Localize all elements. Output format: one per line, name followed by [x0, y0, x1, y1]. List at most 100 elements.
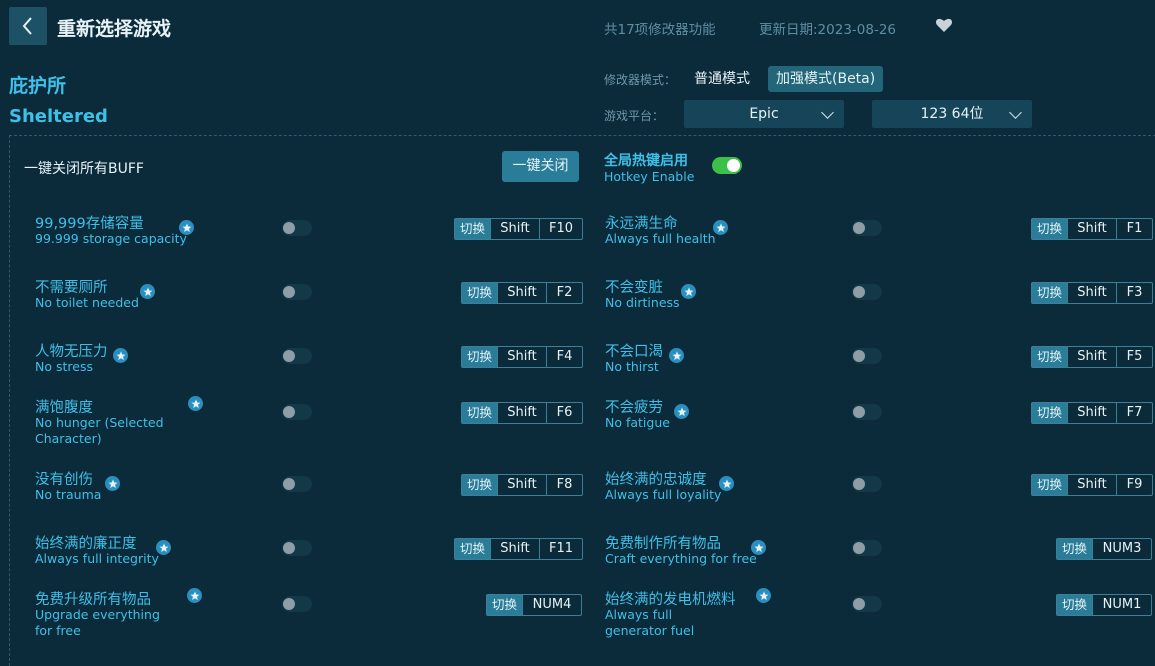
cheat-toggle[interactable]	[852, 348, 882, 364]
star-icon[interactable]	[187, 588, 202, 603]
hotkey-chip[interactable]: 切换 Shift F1	[1031, 218, 1154, 240]
cheat-name-en: Always full generator fuel	[605, 607, 695, 638]
hotkey-chip[interactable]: 切换 Shift F10	[454, 218, 584, 240]
hotkey-chip[interactable]: 切换 Shift F7	[1031, 402, 1154, 424]
cheat-name-cn: 99,999存储容量	[35, 216, 144, 232]
cheat-toggle[interactable]	[852, 476, 882, 492]
cheat-name-cn: 满饱腹度	[35, 400, 93, 416]
update-date: 更新日期:2023-08-26	[759, 22, 897, 38]
feature-count: 共17项修改器功能	[604, 22, 716, 38]
hotkey-key: Shift	[1067, 475, 1116, 495]
hotkey-toggle[interactable]	[712, 157, 742, 174]
platform-value: Epic	[749, 106, 779, 122]
switch-label: 切换	[1032, 283, 1068, 303]
cheat-toggle[interactable]	[852, 596, 882, 612]
hotkey-chip[interactable]: 切换 NUM1	[1056, 594, 1153, 616]
game-name-en: Sheltered	[9, 106, 108, 127]
cheat-toggle[interactable]	[852, 220, 882, 236]
hotkey-key: Shift	[1067, 283, 1116, 303]
hotkey-chip[interactable]: 切换 NUM3	[1056, 538, 1153, 560]
cheat-name-en: Always full integrity	[35, 551, 159, 566]
star-icon[interactable]	[719, 476, 734, 491]
cheat-name-cn: 免费制作所有物品	[605, 536, 721, 552]
hotkey-key: F10	[539, 219, 582, 239]
star-icon[interactable]	[156, 540, 171, 555]
cheat-toggle[interactable]	[852, 540, 882, 556]
hotkey-chip[interactable]: 切换 Shift F11	[454, 538, 584, 560]
star-icon[interactable]	[674, 404, 689, 419]
star-icon[interactable]	[756, 588, 771, 603]
star-icon[interactable]	[188, 396, 203, 411]
hotkey-chip[interactable]: 切换 Shift F6	[461, 402, 584, 424]
cheat-toggle[interactable]	[852, 404, 882, 420]
star-icon[interactable]	[179, 220, 194, 235]
cheat-name-cn: 不会口渴	[605, 344, 663, 360]
hotkey-key: NUM3	[1092, 539, 1151, 559]
hotkey-chip[interactable]: 切换 Shift F8	[461, 474, 584, 496]
toggle-knob	[853, 542, 865, 554]
star-icon[interactable]	[140, 284, 155, 299]
cheat-toggle[interactable]	[282, 476, 312, 492]
game-name-cn: 庇护所	[9, 75, 67, 97]
cheat-name-cn: 不会变脏	[605, 280, 663, 296]
cheat-name-cn: 始终满的忠诚度	[605, 472, 707, 488]
cheat-name-cn: 不需要厕所	[35, 280, 108, 296]
hotkey-chip[interactable]: 切换 Shift F9	[1031, 474, 1154, 496]
normal-mode-button[interactable]: 普通模式	[686, 66, 758, 92]
toggle-knob	[283, 598, 295, 610]
hotkey-chip[interactable]: 切换 Shift F4	[461, 346, 584, 368]
cheat-toggle[interactable]	[282, 540, 312, 556]
cheat-toggle[interactable]	[852, 284, 882, 300]
toggle-knob	[283, 542, 295, 554]
toggle-knob	[283, 350, 295, 362]
toggle-knob	[853, 598, 865, 610]
hotkey-key: F11	[539, 539, 582, 559]
cheat-toggle[interactable]	[282, 284, 312, 300]
toggle-knob	[283, 406, 295, 418]
back-button[interactable]	[9, 7, 47, 45]
cheat-toggle[interactable]	[282, 596, 312, 612]
cheat-name-en: No dirtiness	[605, 295, 680, 310]
star-icon[interactable]	[751, 540, 766, 555]
star-icon[interactable]	[681, 284, 696, 299]
hotkey-key: F3	[1116, 283, 1152, 303]
hotkey-key: F4	[546, 347, 582, 367]
cheat-name-cn: 始终满的廉正度	[35, 536, 137, 552]
hotkey-chip[interactable]: 切换 Shift F3	[1031, 282, 1154, 304]
all-buff-label: 一键关闭所有BUFF	[24, 161, 144, 177]
hotkey-key: F8	[546, 475, 582, 495]
hotkey-chip[interactable]: 切换 NUM4	[486, 594, 583, 616]
platform-select[interactable]: Epic	[684, 100, 844, 128]
hotkey-label-cn: 全局热键启用	[604, 153, 688, 169]
hotkey-key: Shift	[497, 475, 546, 495]
star-icon[interactable]	[113, 348, 128, 363]
star-icon[interactable]	[669, 348, 684, 363]
cheat-name-en: No toilet needed	[35, 295, 139, 310]
hotkey-key: F7	[1116, 403, 1152, 423]
toggle-knob	[853, 406, 865, 418]
cheat-name-en: No trauma	[35, 487, 102, 502]
hotkey-key: Shift	[497, 347, 546, 367]
version-select[interactable]: 123 64位	[872, 100, 1032, 128]
close-all-button[interactable]: 一键关闭	[502, 151, 579, 182]
hotkey-chip[interactable]: 切换 Shift F2	[461, 282, 584, 304]
cheat-toggle[interactable]	[282, 348, 312, 364]
cheat-name-en: No stress	[35, 359, 93, 374]
toggle-knob	[283, 478, 295, 490]
cheat-toggle[interactable]	[282, 220, 312, 236]
hotkey-key: Shift	[497, 283, 546, 303]
toggle-knob	[283, 286, 295, 298]
heart-icon[interactable]	[935, 17, 953, 33]
switch-label: 切换	[455, 219, 491, 239]
enhanced-mode-button[interactable]: 加强模式(Beta)	[768, 66, 884, 92]
toggle-knob	[853, 478, 865, 490]
hotkey-key: Shift	[1067, 347, 1116, 367]
page-title: 重新选择游戏	[57, 18, 172, 40]
star-icon[interactable]	[105, 476, 120, 491]
toggle-knob	[853, 222, 865, 234]
star-icon[interactable]	[713, 220, 728, 235]
hotkey-key: Shift	[1067, 219, 1116, 239]
cheat-toggle[interactable]	[282, 404, 312, 420]
cheat-name-cn: 始终满的发电机燃料	[605, 592, 736, 608]
hotkey-chip[interactable]: 切换 Shift F5	[1031, 346, 1154, 368]
